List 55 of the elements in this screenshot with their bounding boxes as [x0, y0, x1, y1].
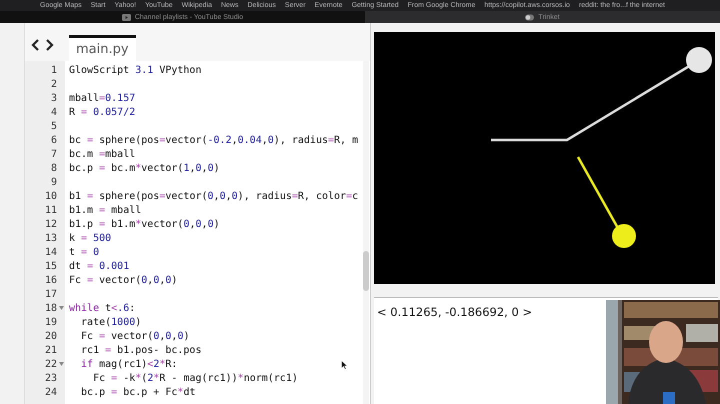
code-line: t = 0	[69, 246, 100, 258]
video-icon	[122, 14, 131, 20]
fold-icon[interactable]	[59, 306, 64, 310]
code-line: bc.p = bc.p + Fc*dt	[80, 386, 196, 398]
sphere	[686, 47, 712, 73]
code-line: b1.m = mball	[69, 204, 142, 216]
line-number: 18	[44, 302, 57, 314]
cursor-icon	[341, 360, 348, 370]
code-line: bc = sphere(pos=vector(-0.2,0.04,0), radius=R, m	[69, 134, 358, 146]
code-line: Fc = vector(0,0,0)	[69, 274, 178, 286]
line-number: 12	[44, 218, 57, 230]
line-number: 20	[44, 330, 57, 342]
forward-icon[interactable]	[45, 39, 54, 51]
line-number: 4	[50, 106, 57, 118]
code-line: b1.p = b1.m*vector(0,0,0)	[69, 218, 220, 230]
sphere	[612, 224, 636, 248]
code-line: rate(1000)	[80, 316, 142, 328]
line-number: 14	[44, 246, 57, 258]
line-number: 11	[44, 204, 57, 216]
code-line: rc1 = b1.pos- bc.pos	[80, 344, 202, 356]
line-number: 22	[44, 358, 57, 370]
line-number: 8	[50, 162, 57, 174]
line-number: 19	[44, 316, 57, 328]
line-number: 24	[44, 386, 57, 398]
line-number: 1	[50, 64, 57, 76]
line-number: 10	[44, 190, 57, 202]
code-line: if mag(rc1)<2*R:	[80, 358, 178, 370]
code-line: while t<.6:	[69, 302, 136, 314]
line-number: 15	[44, 260, 57, 272]
line-number: 9	[50, 176, 57, 188]
code-line: mball=0.157	[69, 92, 136, 104]
line-number: 2	[50, 78, 57, 90]
code-line: dt = 0.001	[69, 260, 130, 272]
code-line: GlowScript 3.1 VPython	[69, 64, 202, 76]
toggle-icon	[525, 14, 534, 20]
line-number: 3	[50, 92, 57, 104]
line-number: 16	[44, 274, 57, 286]
line-number: 5	[50, 120, 57, 132]
line-number: 7	[50, 148, 57, 160]
code-line: b1 = sphere(pos=vector(0,0,0), radius=R, color=c	[69, 190, 358, 202]
code-line: Fc = -k*(2*R - mag(rc1))*norm(rc1)	[92, 372, 298, 384]
line-number: 17	[44, 288, 57, 300]
code-line: Fc = vector(0,0,0)	[80, 330, 190, 342]
line-number: 23	[44, 372, 57, 384]
line-number: 6	[50, 134, 57, 146]
back-icon[interactable]	[31, 39, 40, 51]
line-number: 13	[44, 232, 57, 244]
fold-icon[interactable]	[59, 362, 64, 366]
code-line: bc.m =mball	[69, 148, 136, 160]
file-tab[interactable]: main.py	[69, 35, 136, 61]
code-line: k = 500	[69, 232, 112, 244]
code-line: R = 0.057/2	[69, 106, 136, 118]
line-number: 21	[44, 344, 57, 356]
output-text: < 0.11265, -0.186692, 0 >	[377, 305, 532, 319]
code-line: bc.p = bc.m*vector(1,0,0)	[69, 162, 220, 174]
